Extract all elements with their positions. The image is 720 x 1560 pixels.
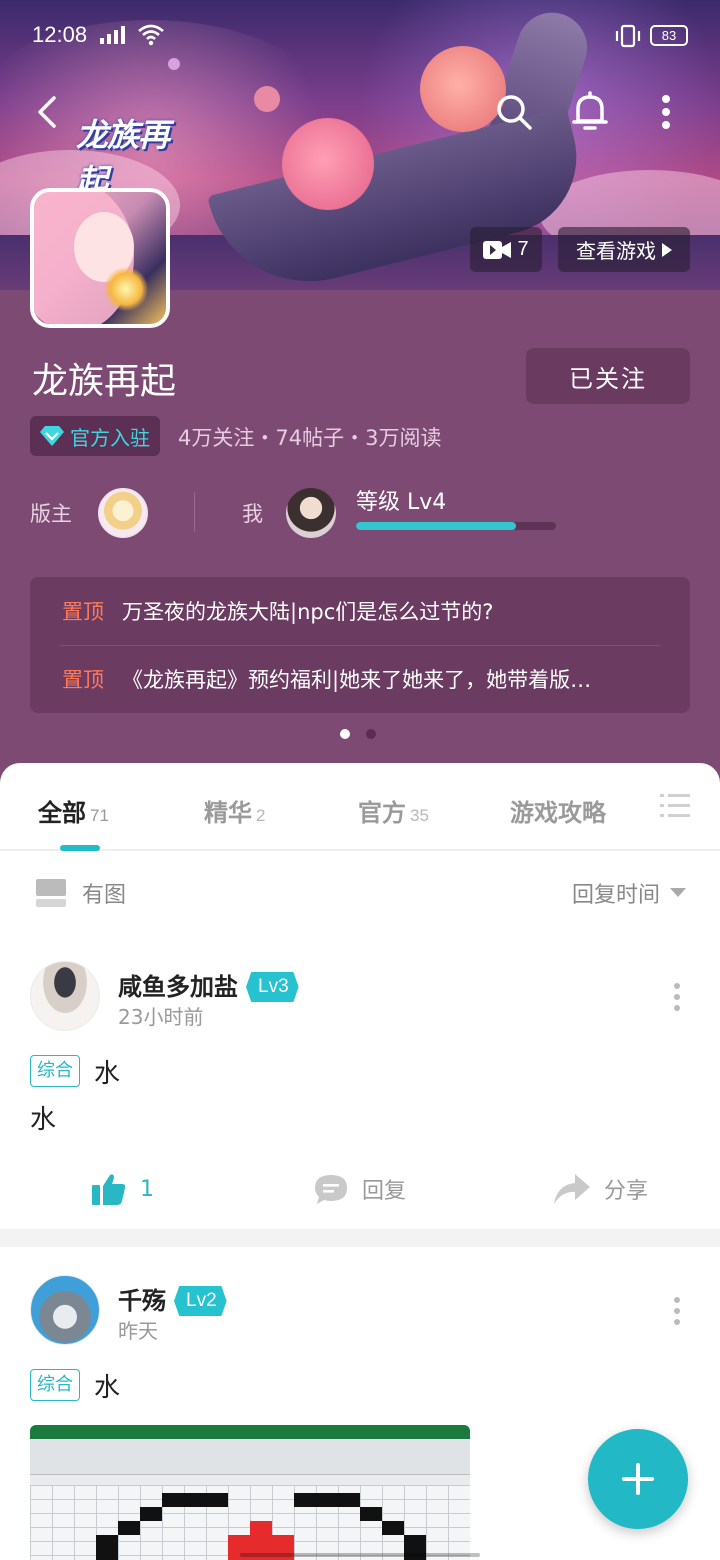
forum-stats: 4万关注・74帖子・3万阅读 xyxy=(178,426,442,450)
forum-info: 龙族再起 已关注 官方入驻 4万关注・74帖子・3万阅读 版主 我 等级 Lv4… xyxy=(0,290,720,780)
notification-button[interactable] xyxy=(568,90,612,134)
post-title: 水 xyxy=(94,1059,121,1089)
with-images-label: 有图 xyxy=(82,883,127,908)
pinned-posts: 置顶 万圣夜的龙族大陆|npc们是怎么过节的? 置顶 《龙族再起》预约福利|她来… xyxy=(30,577,690,713)
battery-icon: 83 xyxy=(650,25,688,46)
search-button[interactable] xyxy=(492,90,536,134)
video-chip[interactable]: 7 xyxy=(470,227,542,272)
list-menu-icon[interactable] xyxy=(660,793,690,819)
tab-official[interactable]: 官方 35 xyxy=(358,793,429,828)
filter-bar: 有图 回复时间 xyxy=(0,853,720,933)
like-count: 1 xyxy=(140,1176,154,1202)
forum-avatar xyxy=(30,188,170,328)
view-game-button[interactable]: 查看游戏 xyxy=(558,227,690,272)
share-arrow-icon xyxy=(554,1174,590,1204)
official-badge-label: 官方入驻 xyxy=(70,425,150,450)
tab-label: 全部 xyxy=(38,798,86,827)
pinned-post[interactable]: 置顶 《龙族再起》预约福利|她来了她来了，她带着版… xyxy=(30,645,690,713)
reply-label: 回复 xyxy=(362,1179,407,1204)
author-avatar[interactable] xyxy=(30,1275,100,1345)
author-name[interactable]: 千殇 Lv2 xyxy=(118,1281,227,1316)
tab-bar: 全部 71 精华 2 官方 35 游戏攻略 xyxy=(0,763,720,851)
video-count: 7 xyxy=(517,238,529,260)
sort-label: 回复时间 xyxy=(571,883,660,908)
signal-icon xyxy=(100,26,125,44)
status-time: 12:08 xyxy=(32,22,88,47)
pinned-post[interactable]: 置顶 万圣夜的龙族大陆|npc们是怎么过节的? xyxy=(30,577,690,645)
tab-count: 71 xyxy=(90,806,109,825)
author-avatar[interactable] xyxy=(30,961,100,1031)
post-time: 23小时前 xyxy=(118,1005,204,1029)
plus-icon xyxy=(622,1463,654,1495)
top-nav: 龙族再起 xyxy=(0,80,720,200)
share-button[interactable]: 分享 xyxy=(554,1173,648,1205)
tab-label: 官方 xyxy=(358,798,406,827)
tab-featured[interactable]: 精华 2 xyxy=(204,793,265,828)
author-name-text: 咸鱼多加盐 xyxy=(118,972,238,1001)
post-image[interactable] xyxy=(30,1425,470,1560)
thumbs-up-icon xyxy=(92,1174,126,1205)
moderator-label: 版主 xyxy=(30,502,72,526)
follow-button[interactable]: 已关注 xyxy=(526,348,690,404)
forum-title: 龙族再起 xyxy=(32,361,177,402)
post-title: 水 xyxy=(94,1373,121,1403)
author-name-text: 千殇 xyxy=(118,1286,166,1315)
play-triangle-icon xyxy=(662,242,672,257)
pinned-title: 《龙族再起》预约福利|她来了她来了，她带着版… xyxy=(122,668,592,692)
share-label: 分享 xyxy=(604,1179,649,1204)
like-button[interactable]: 1 xyxy=(92,1173,154,1205)
post-actions: 1 回复 分享 xyxy=(0,1165,720,1215)
home-indicator[interactable] xyxy=(240,1553,480,1557)
tab-count: 2 xyxy=(256,806,266,825)
wifi-icon xyxy=(138,24,164,46)
view-game-label: 查看游戏 xyxy=(576,239,656,263)
category-tag[interactable]: 综合 xyxy=(30,1369,80,1401)
post-time: 昨天 xyxy=(118,1319,158,1343)
tab-label: 游戏攻略 xyxy=(510,798,606,827)
tab-count: 35 xyxy=(410,806,429,825)
vibrate-icon xyxy=(615,24,641,48)
sort-dropdown[interactable]: 回复时间 xyxy=(572,877,686,909)
official-badge: 官方入驻 xyxy=(30,416,160,456)
with-images-toggle[interactable]: 有图 xyxy=(36,877,126,909)
image-icon xyxy=(36,879,66,907)
post-more-button[interactable] xyxy=(670,1297,684,1331)
pinned-title: 万圣夜的龙族大陆|npc们是怎么过节的? xyxy=(122,600,494,624)
level-progress-bar xyxy=(356,522,556,530)
post-card[interactable]: 咸鱼多加盐 Lv3 23小时前 综合 水 水 1 回复 分享 xyxy=(0,933,720,1229)
category-tag[interactable]: 综合 xyxy=(30,1055,80,1087)
active-tab-indicator xyxy=(60,845,100,851)
more-menu-button[interactable] xyxy=(644,90,688,134)
divider xyxy=(194,492,195,532)
game-logo: 龙族再起 xyxy=(46,106,196,200)
caret-down-icon xyxy=(670,888,686,897)
member-row: 版主 我 等级 Lv4 xyxy=(30,482,690,542)
bell-icon xyxy=(572,91,608,130)
my-level: 等级 Lv4 xyxy=(356,490,447,515)
video-camera-icon xyxy=(483,240,512,259)
diamond-icon xyxy=(40,426,64,446)
moderator-avatar[interactable] xyxy=(98,488,148,538)
tab-label: 精华 xyxy=(204,798,252,827)
pinned-tag: 置顶 xyxy=(62,668,104,692)
search-icon xyxy=(497,95,532,130)
author-name[interactable]: 咸鱼多加盐 Lv3 xyxy=(118,967,299,1002)
level-progress-fill xyxy=(356,522,516,530)
my-avatar[interactable] xyxy=(286,488,336,538)
tab-all[interactable]: 全部 71 xyxy=(38,793,109,828)
tab-guides[interactable]: 游戏攻略 xyxy=(510,793,606,828)
reply-button[interactable]: 回复 xyxy=(314,1173,406,1205)
level-badge: Lv2 xyxy=(174,1286,227,1316)
pinned-tag: 置顶 xyxy=(62,600,104,624)
more-vertical-icon xyxy=(662,95,670,129)
status-bar: 12:08 83 xyxy=(0,0,720,72)
level-badge: Lv3 xyxy=(246,972,299,1002)
comment-icon xyxy=(315,1175,347,1204)
new-post-button[interactable] xyxy=(588,1429,688,1529)
me-label: 我 xyxy=(242,502,263,526)
post-more-button[interactable] xyxy=(670,983,684,1017)
post-body: 水 xyxy=(30,1105,57,1135)
post-separator xyxy=(0,1229,720,1247)
carousel-dots xyxy=(340,729,376,739)
